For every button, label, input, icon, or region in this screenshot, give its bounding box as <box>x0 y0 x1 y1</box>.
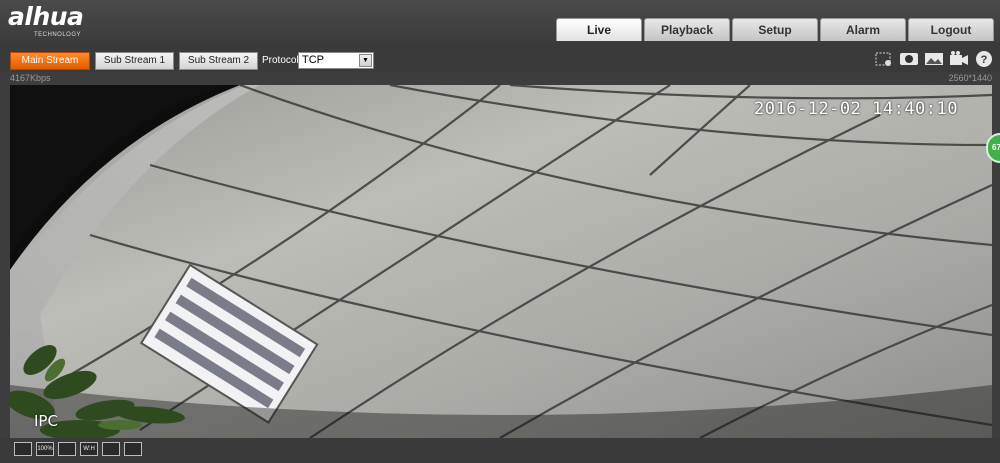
fisheye-icon[interactable] <box>102 442 120 456</box>
main-stream-button[interactable]: Main Stream <box>10 52 90 70</box>
protocol-value: TCP <box>302 54 324 66</box>
bottom-icons: 100% W:H <box>14 442 142 456</box>
window-size-icon[interactable]: W:H <box>80 442 98 456</box>
logo-text: alhua <box>8 2 84 31</box>
tab-playback[interactable]: Playback <box>644 18 730 41</box>
resolution-readout: 2560*1440 <box>948 73 992 83</box>
tab-setup[interactable]: Setup <box>732 18 818 41</box>
sub-stream-1-button[interactable]: Sub Stream 1 <box>95 52 174 70</box>
tab-logout[interactable]: Logout <box>908 18 994 41</box>
zoom-area-icon[interactable] <box>874 50 894 68</box>
svg-text:?: ? <box>981 54 988 66</box>
triple-snapshot-icon[interactable] <box>924 50 944 68</box>
app-window: alhua TECHNOLOGY Live Playback Setup Ala… <box>0 0 1000 463</box>
chevron-down-icon[interactable]: ▼ <box>359 54 372 67</box>
snapshot-icon[interactable] <box>899 50 919 68</box>
logo: alhua TECHNOLOGY <box>8 2 84 39</box>
tab-alarm[interactable]: Alarm <box>820 18 906 41</box>
stream-toolbar: Main Stream Sub Stream 1 Sub Stream 2 Pr… <box>0 42 1000 72</box>
record-icon[interactable] <box>949 50 969 68</box>
ptz-icon[interactable] <box>124 442 142 456</box>
help-icon[interactable]: ? <box>974 50 994 68</box>
bitrate-readout: 4167Kbps <box>10 73 51 83</box>
tool-icons: ? <box>874 50 994 68</box>
fullscreen-icon[interactable] <box>58 442 76 456</box>
sub-stream-2-button[interactable]: Sub Stream 2 <box>179 52 258 70</box>
stream-info-bar: 4167Kbps 2560*1440 <box>0 72 1000 85</box>
header: alhua TECHNOLOGY Live Playback Setup Ala… <box>0 0 1000 42</box>
bottom-toolbar: 100% W:H <box>0 438 1000 463</box>
main-nav: Live Playback Setup Alarm Logout <box>556 18 994 41</box>
channel-name-overlay: IPC <box>34 412 58 430</box>
protocol-label: Protocol <box>262 55 299 66</box>
live-video-view[interactable]: 2016-12-02 14:40:10 IPC <box>10 85 992 438</box>
tab-live[interactable]: Live <box>556 18 642 41</box>
camera-frame-image <box>10 85 992 438</box>
zoom-100-icon[interactable]: 100% <box>36 442 54 456</box>
video-timestamp: 2016-12-02 14:40:10 <box>754 99 958 119</box>
protocol-select[interactable]: TCP ▼ <box>298 52 374 69</box>
original-size-icon[interactable] <box>14 442 32 456</box>
logo-subtext: TECHNOLOGY <box>34 32 82 38</box>
